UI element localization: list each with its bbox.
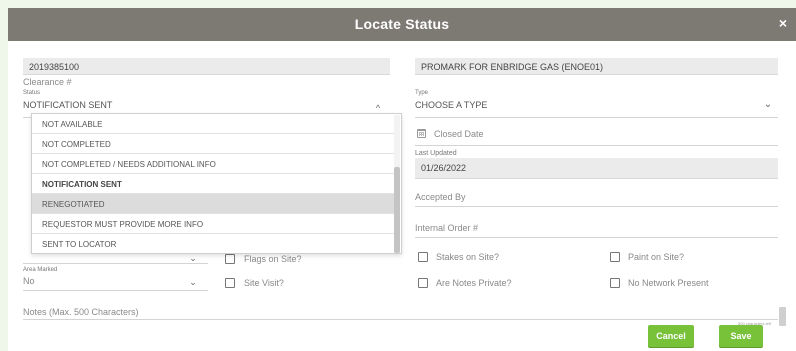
area-marked-select-value[interactable]: No [23,276,35,286]
notes-textarea[interactable]: Notes (Max. 500 Characters) [23,307,139,317]
dialog-title: Locate Status [354,16,450,32]
chevron-up-icon[interactable]: ^ [373,103,383,113]
status-option[interactable]: SENT TO LOCATOR [32,234,394,253]
locate-status-dialog: Locate Status × 2019385100 Clearance # S… [8,8,796,351]
clearance-label: Clearance # [23,77,72,87]
cancel-button[interactable]: Cancel [648,325,694,347]
stakes-on-site-label: Stakes on Site? [436,252,500,262]
site-visit-checkbox[interactable] [225,278,235,288]
notes-private-label: Are Notes Private? [436,278,512,288]
chevron-down-icon[interactable]: ⌄ [188,253,198,263]
notes-private-checkbox[interactable] [418,278,428,288]
page-background: Locate Status × 2019385100 Clearance # S… [0,0,796,351]
area-marked-label: Area Marked [23,267,58,273]
calendar-icon[interactable] [417,129,426,138]
area-marked-underline [23,290,208,291]
closed-date-underline [415,145,778,146]
status-option-selected[interactable]: NOTIFICATION SENT [32,174,394,194]
company-field: PROMARK FOR ENBRIDGE GAS (ENOE01) [415,58,778,75]
save-button[interactable]: Save [719,325,763,347]
close-icon[interactable]: × [776,15,790,31]
closed-date-input[interactable]: Closed Date [434,129,484,139]
no-network-checkbox[interactable] [610,278,620,288]
type-select-value[interactable]: CHOOSE A TYPE [415,100,487,110]
dialog-header: Locate Status × [8,8,796,41]
status-option[interactable]: NOT AVAILABLE [32,114,394,134]
notes-scrollbar[interactable] [779,307,786,326]
status-option-highlighted[interactable]: RENEGOTIATED [32,194,394,214]
flags-on-site-label: Flags on Site? [244,254,302,264]
status-dropdown-list: NOT AVAILABLE NOT COMPLETED NOT COMPLETE… [31,113,402,254]
notes-underline [23,319,778,320]
status-option[interactable]: NOT COMPLETED / NEEDS ADDITIONAL INFO [32,154,394,174]
dropdown-scrollbar-thumb[interactable] [394,167,400,253]
chevron-down-icon[interactable]: ⌄ [188,277,198,287]
status-label: Status [23,90,41,96]
flags-on-site-checkbox[interactable] [225,254,235,264]
internal-order-input[interactable]: Internal Order # [415,223,478,233]
no-network-label: No Network Present [628,278,709,288]
status-option[interactable]: NOT COMPLETED [32,134,394,154]
status-select-value[interactable]: NOTIFICATION SENT [23,100,112,110]
site-visit-label: Site Visit? [244,278,284,288]
accepted-by-input[interactable]: Accepted By [415,192,466,202]
type-label: Type [415,90,429,96]
paint-on-site-checkbox[interactable] [610,252,620,262]
last-updated-field: 01/26/2022 [415,158,778,179]
hidden-field-underline [23,263,208,264]
stakes-on-site-checkbox[interactable] [418,252,428,262]
chevron-down-icon[interactable]: ⌄ [763,100,773,110]
paint-on-site-label: Paint on Site? [628,252,685,262]
type-underline [415,117,778,118]
clearance-number-field: 2019385100 [23,58,390,75]
last-updated-label: Last Updated [415,150,457,157]
accepted-by-underline [415,206,778,207]
internal-order-underline [415,237,778,238]
status-option[interactable]: REQUESTOR MUST PROVIDE MORE INFO [32,214,394,234]
